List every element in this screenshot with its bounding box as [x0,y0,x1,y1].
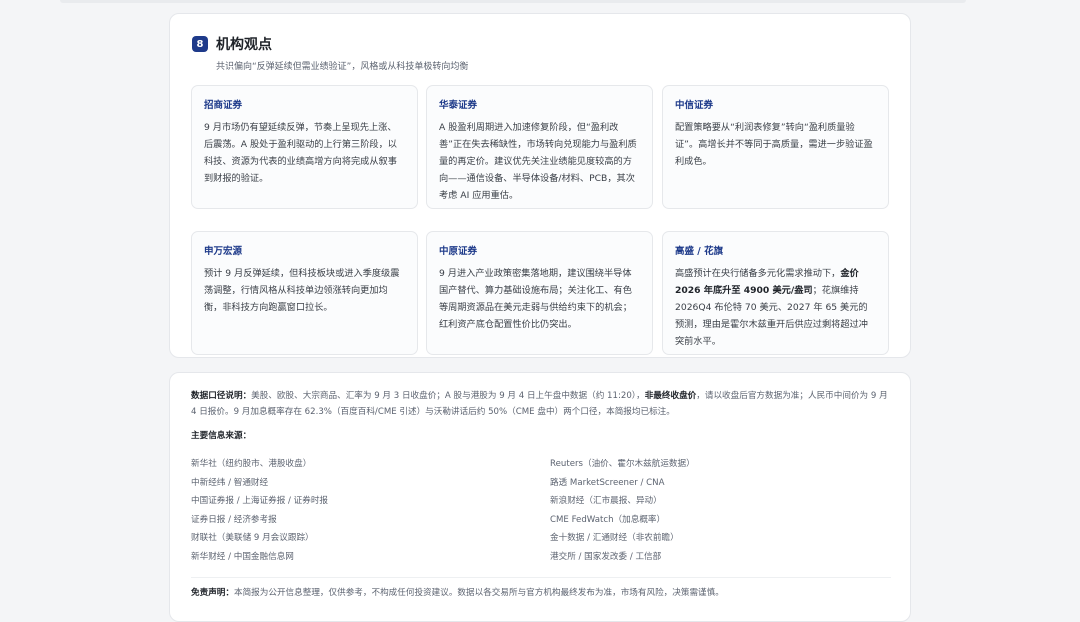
institution-card-goldman-citi: 高盛 / 花旗 高盛预计在央行储备多元化需求推动下，金价 2026 年底升至 4… [662,231,889,355]
institution-view-text: 9 月市场仍有望延续反弹，节奏上呈现先上涨、后震荡。A 股处于盈利驱动的上行第三… [204,122,397,184]
source-item: 金十数据 / 汇通财经（非农前瞻） [550,533,679,543]
sources-label: 主要信息来源： [191,431,252,441]
source-item: 新华社（纽约股市、港股收盘） [191,459,312,469]
data-note-text: 美股、欧股、大宗商品、汇率为 9 月 3 日收盘价；A 股与港股为 9 月 4 … [251,391,645,401]
source-item: Reuters（油价、霍尔木兹航运数据） [550,459,695,469]
source-item: 中新经纬 / 智通财经 [191,477,269,488]
institution-view-text: 配置策略要从“利润表修复”转向“盈利质量验证”。高增长并不等同于高质量，需进一步… [675,122,873,167]
source-item: 证券日报 / 经济参考报 [191,514,277,525]
view-text-part: 高盛预计在央行储备多元化需求推动下， [675,268,841,279]
section-subtitle: 共识偏向“反弹延续但需业绩验证”，风格或从科技单极转向均衡 [216,62,469,72]
source-item: 港交所 / 国家发改委 / 工信部 [550,551,662,562]
institution-views-card: 8 机构观点 共识偏向“反弹延续但需业绩验证”，风格或从科技单极转向均衡 招商证… [169,13,911,358]
institution-card-zhongyuan: 中原证券 9 月进入产业政策密集落地期，建议围绕半导体国产替代、算力基础设施布局… [426,231,653,355]
institution-view-text: 预计 9 月反弹延续，但科技板块或进入季度级震荡调整，行情风格从科技单边领涨转向… [204,268,400,313]
institution-name: 华泰证券 [439,100,478,111]
institution-card-zhongxin: 中信证券 配置策略要从“利润表修复”转向“盈利质量验证”。高增长并不等同于高质量… [662,85,889,209]
institution-view-text: 9 月进入产业政策密集落地期，建议围绕半导体国产替代、算力基础设施布局；关注化工… [439,268,632,330]
source-item: 财联社（美联储 9 月会议跟踪） [191,533,314,543]
section-title: 机构观点 [216,37,272,53]
institution-name: 中信证券 [675,100,714,111]
institution-name: 申万宏源 [204,246,243,257]
source-item: 新浪财经（汇市晨报、异动） [550,496,662,506]
source-item: CME FedWatch（加息概率） [550,514,666,525]
institution-view-text: 高盛预计在央行储备多元化需求推动下，金价 2026 年底升至 4900 美元/盎… [675,265,876,350]
sources-left-column: 新华社（纽约股市、港股收盘） 中新经纬 / 智通财经 中国证券报 / 上海证券报… [191,455,328,566]
data-note-highlight: 非最终收盘价 [644,391,697,401]
institution-name: 招商证券 [204,100,243,111]
institution-name: 高盛 / 花旗 [675,246,724,257]
disclaimer-text: 本简报为公开信息整理，仅供参考，不构成任何投资建议。数据以各交易所与官方机构最终… [233,588,724,598]
divider [191,577,891,578]
data-note: 数据口径说明：美股、欧股、大宗商品、汇率为 9 月 3 日收盘价；A 股与港股为… [191,388,891,420]
section-header: 8 机构观点 [192,34,272,54]
section-number-badge: 8 [192,36,208,52]
data-note-label: 数据口径说明： [191,391,252,401]
sources-right-column: Reuters（油价、霍尔木兹航运数据） 路透 MarketScreener /… [550,455,695,566]
source-item: 中国证券报 / 上海证券报 / 证券时报 [191,496,329,506]
institution-card-zhaoshang: 招商证券 9 月市场仍有望延续反弹，节奏上呈现先上涨、后震荡。A 股处于盈利驱动… [191,85,418,209]
institution-card-shenwan: 申万宏源 预计 9 月反弹延续，但科技板块或进入季度级震荡调整，行情风格从科技单… [191,231,418,355]
disclaimer: 免责声明：本简报为公开信息整理，仅供参考，不构成任何投资建议。数据以各交易所与官… [191,586,724,598]
institution-card-huatai: 华泰证券 A 股盈利周期进入加速修复阶段，但“盈利改善”正在失去稀缺性，市场转向… [426,85,653,209]
disclaimer-label: 免责声明： [191,588,234,598]
data-source-card: 数据口径说明：美股、欧股、大宗商品、汇率为 9 月 3 日收盘价；A 股与港股为… [169,372,911,622]
top-scroll-edge [60,0,966,3]
source-item: 新华财经 / 中国金融信息网 [191,551,294,562]
institution-name: 中原证券 [439,246,478,257]
institution-view-text: A 股盈利周期进入加速修复阶段，但“盈利改善”正在失去稀缺性，市场转向兑现能力与… [439,122,637,201]
source-item: 路透 MarketScreener / CNA [550,477,665,488]
